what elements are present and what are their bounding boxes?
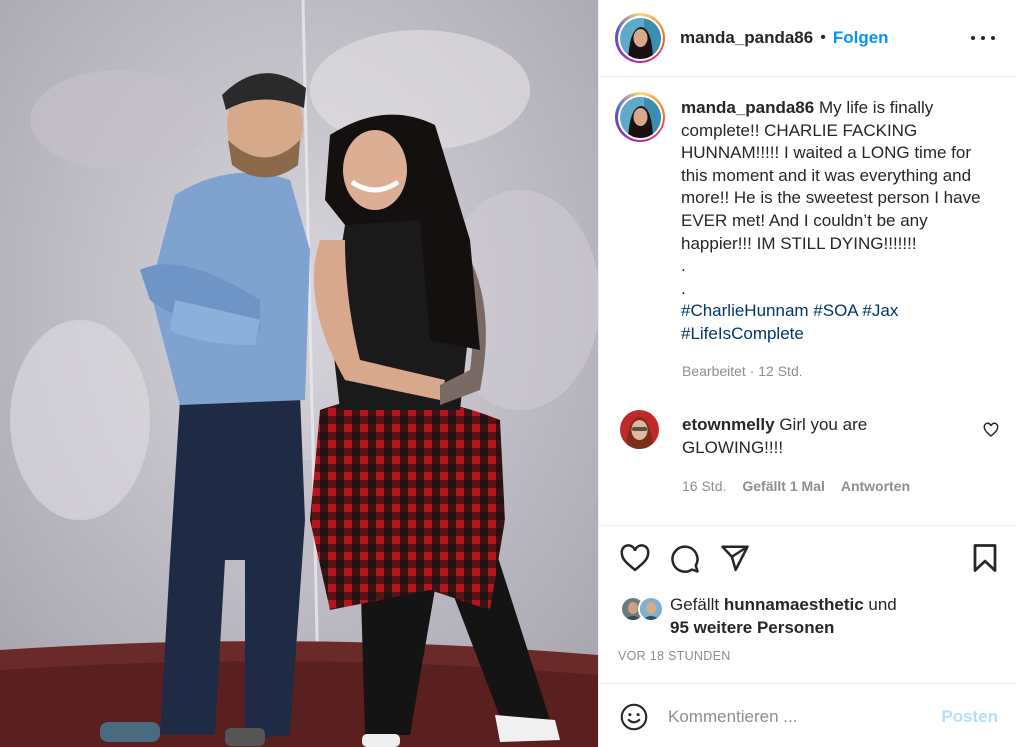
action-section: Gefällt hunnamaesthetic und 95 weitere Pe… [598,525,1016,683]
author-avatar-image [619,17,661,59]
bookmark-icon[interactable] [972,543,998,573]
add-comment-bar: Posten [598,683,1016,747]
caption-author-avatar[interactable] [615,92,665,142]
likes-others-link[interactable]: 95 weitere Personen [670,618,834,637]
caption-text: manda_panda86 My life is finally complet… [681,97,991,346]
liker-username[interactable]: hunnamaesthetic [724,595,864,614]
post-photo[interactable] [0,0,598,747]
liker-avatar[interactable] [638,596,664,622]
follow-button[interactable]: Folgen [833,28,889,48]
post-comment-button[interactable]: Posten [941,707,998,727]
comment-bubble-icon[interactable] [670,544,700,574]
commenter-username[interactable]: etownmelly [682,415,775,434]
likes-prefix: Gefällt [670,595,724,614]
paper-plane-icon[interactable] [720,544,750,572]
post-timestamp[interactable]: VOR 18 STUNDEN [618,649,731,663]
smiley-icon[interactable] [620,703,648,731]
comment-likes-count[interactable]: Gefällt 1 Mal [742,478,824,494]
likes-middle: und [863,595,897,614]
post-image [0,0,598,747]
comment-time: 16 Std. [682,478,727,494]
comment-like-heart-icon[interactable] [983,422,999,438]
comment-reply-button[interactable]: Antworten [841,478,910,494]
separator-dot: • [820,29,826,46]
comment-input[interactable] [668,704,918,730]
caption-body: My life is finally complete!! CHARLIE FA… [681,98,981,298]
comment-text: etownmelly Girl you are GLOWING!!!! [682,414,942,459]
post-header: manda_panda86 • Folgen [599,0,1016,77]
likes-text: Gefällt hunnamaesthetic und 95 weitere Pe… [670,593,990,639]
commenter-avatar[interactable] [620,410,659,449]
more-options-icon[interactable] [971,26,995,50]
author-avatar[interactable] [615,13,665,63]
heart-icon[interactable] [620,544,650,572]
caption-avatar-image [619,96,661,138]
commenter-avatar-image [620,410,659,449]
author-username[interactable]: manda_panda86 [680,28,813,48]
likers-avatars [620,596,664,622]
caption-username[interactable]: manda_panda86 [681,98,814,117]
caption-meta: Bearbeitet · 12 Std. [682,363,803,379]
comment-meta: 16 Std. Gefällt 1 Mal Antworten [682,478,910,494]
instagram-post: manda_panda86 • Folgen manda_panda86 My … [0,0,1016,747]
caption-hashtags[interactable]: #CharlieHunnam #SOA #Jax #LifeIsComplete [681,301,898,343]
